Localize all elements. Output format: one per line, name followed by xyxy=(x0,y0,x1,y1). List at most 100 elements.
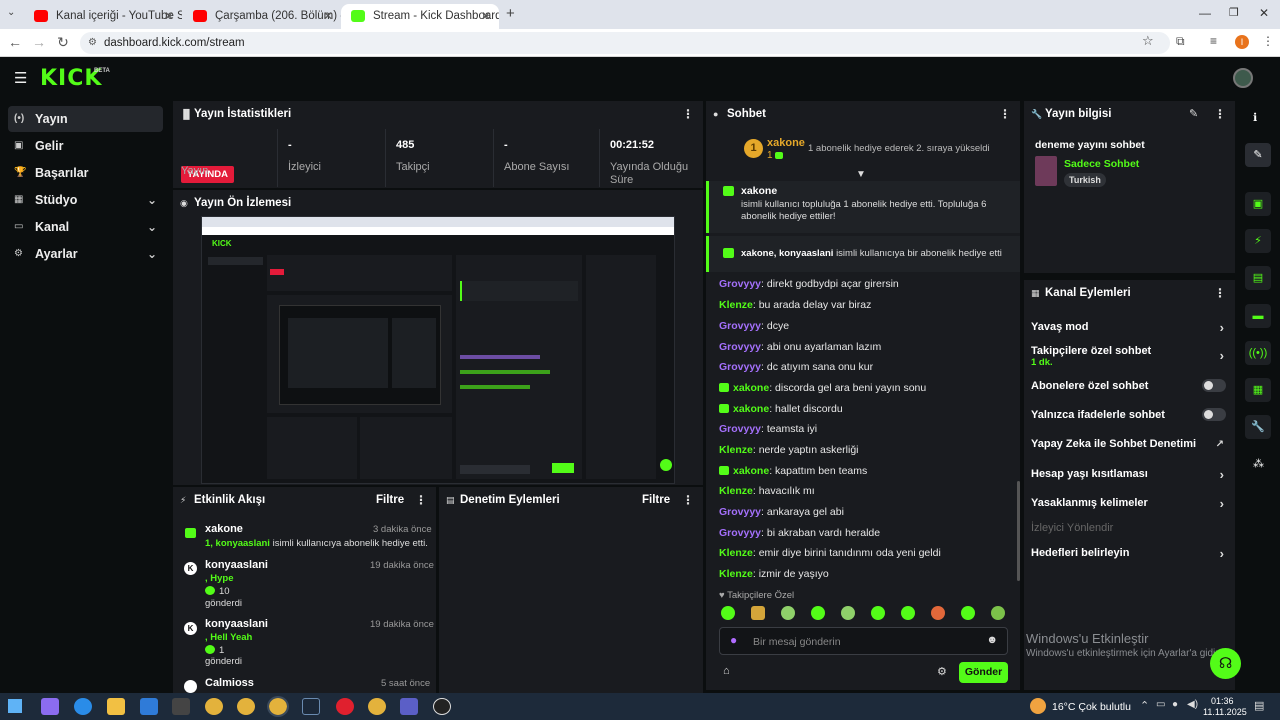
emote-8[interactable] xyxy=(931,606,945,620)
chat-username[interactable]: Klenze xyxy=(719,299,753,311)
outlook-icon[interactable] xyxy=(140,698,158,715)
sidebar-item-settings[interactable]: ⚙ Ayarlar ⌄ xyxy=(8,241,163,267)
chat-username[interactable]: Grovyyy xyxy=(719,341,761,353)
activity-user[interactable]: konyaaslani xyxy=(205,559,268,571)
chrome-active-icon[interactable] xyxy=(267,696,289,717)
chat-settings-icon[interactable]: ⚙ xyxy=(937,665,947,678)
set-goals-row[interactable]: Hedefleri belirleyin › xyxy=(1031,546,1226,561)
slow-mode-row[interactable]: Yavaş mod › xyxy=(1031,320,1226,335)
url-input[interactable]: ⚙ dashboard.kick.com/stream xyxy=(80,32,1170,54)
emote-6[interactable] xyxy=(871,606,885,620)
chat-input[interactable]: ● Bir mesaj gönderin ☻ xyxy=(719,627,1008,655)
chat-username[interactable]: Grovyyy xyxy=(719,506,761,518)
store-icon[interactable] xyxy=(172,698,190,715)
close-icon[interactable]: ✕ xyxy=(164,4,174,29)
browser-tab-kick-dashboard[interactable]: Stream - Kick Dashboard ✕ xyxy=(341,4,499,29)
site-info-icon[interactable]: ⚙ xyxy=(88,32,97,54)
broadcast-icon[interactable]: ((•)) xyxy=(1245,341,1271,365)
banned-words-row[interactable]: Yasaklanmış kelimeler › xyxy=(1031,496,1226,511)
sidebar-item-achievements[interactable]: 🏆 Başarılar xyxy=(8,160,163,186)
sidebar-item-studio[interactable]: ▦ Stüdyo ⌄ xyxy=(8,187,163,213)
emoji-icon[interactable]: ☻ xyxy=(986,634,998,646)
chat-username[interactable]: Grovyyy xyxy=(719,527,761,539)
activity-user[interactable]: konyaaslani xyxy=(205,618,268,630)
profile-avatar[interactable]: I xyxy=(1235,35,1249,49)
wrench-icon[interactable]: 🔧 xyxy=(1245,415,1271,439)
stream-preview-video[interactable]: KICK xyxy=(201,216,675,484)
volume-icon[interactable]: ◀) xyxy=(1187,699,1198,710)
filter-button[interactable]: Filtre xyxy=(642,487,670,513)
top-gifter-name[interactable]: xakone xyxy=(767,137,805,149)
more-options-icon[interactable]: ⋮ xyxy=(1214,101,1226,127)
user-avatar[interactable] xyxy=(1233,68,1253,88)
chat-username[interactable]: Klenze xyxy=(719,568,753,580)
chat-username[interactable]: Grovyyy xyxy=(719,423,761,435)
back-icon[interactable]: ← xyxy=(6,34,24,50)
more-widgets-icon[interactable]: ⁂ xyxy=(1253,457,1264,470)
layout-icon[interactable]: ▦ xyxy=(1245,378,1271,402)
reload-icon[interactable]: ↻ xyxy=(54,34,72,51)
filter-button[interactable]: Filtre xyxy=(376,487,404,513)
activity-user[interactable]: xakone xyxy=(205,523,243,535)
start-icon[interactable] xyxy=(8,699,22,713)
chrome-icon[interactable] xyxy=(368,698,386,715)
document-icon[interactable]: ▤ xyxy=(1245,266,1271,290)
stream-tag[interactable]: Turkish xyxy=(1064,173,1106,187)
forward-icon[interactable]: → xyxy=(30,34,48,50)
chat-scrollbar[interactable] xyxy=(1017,481,1020,581)
edit-pencil-icon[interactable]: ✎ xyxy=(1189,101,1198,127)
bookmark-star-icon[interactable]: ☆ xyxy=(1142,33,1154,49)
chrome-icon[interactable] xyxy=(237,698,255,715)
edit-icon[interactable]: ✎ xyxy=(1245,143,1271,167)
emote-4[interactable] xyxy=(811,606,825,620)
ai-moderation-row[interactable]: Yapay Zeka ile Sohbet Denetimi ↗ xyxy=(1031,438,1226,450)
chat-username[interactable]: xakone xyxy=(733,382,769,394)
close-window-button[interactable]: ✕ xyxy=(1259,6,1269,20)
chat-icon[interactable]: ▬ xyxy=(1245,304,1271,328)
store-icon[interactable]: ⌂ xyxy=(723,665,730,677)
sidebar-item-revenue[interactable]: ▣ Gelir xyxy=(8,133,163,159)
steam-icon[interactable] xyxy=(302,698,320,715)
copilot-icon[interactable] xyxy=(41,698,59,715)
opera-icon[interactable] xyxy=(336,698,354,715)
maximize-button[interactable]: ❐ xyxy=(1229,6,1239,19)
browser-menu-icon[interactable]: ⋮ xyxy=(1262,34,1274,48)
emote-only-chat-row[interactable]: Yalnızca ifadelerle sohbet xyxy=(1031,408,1226,421)
emote-2[interactable] xyxy=(751,606,765,620)
subscribers-only-toggle[interactable] xyxy=(1202,379,1226,392)
chat-username[interactable]: Klenze xyxy=(719,485,753,497)
close-icon[interactable]: ✕ xyxy=(323,4,333,29)
sidebar-item-channel[interactable]: ▭ Kanal ⌄ xyxy=(8,214,163,240)
file-explorer-icon[interactable] xyxy=(107,698,125,715)
obs-icon[interactable] xyxy=(433,698,451,715)
more-options-icon[interactable]: ⋮ xyxy=(682,101,694,127)
help-headset-button[interactable]: ☊ xyxy=(1210,648,1241,679)
media-control-icon[interactable]: ≡ xyxy=(1210,34,1217,48)
microphone-icon[interactable]: ● xyxy=(1172,699,1178,710)
network-icon[interactable]: ▭ xyxy=(1156,699,1165,710)
emote-only-toggle[interactable] xyxy=(1202,408,1226,421)
chat-username[interactable]: xakone xyxy=(733,403,769,415)
weather-text[interactable]: 16°C Çok bulutlu xyxy=(1052,701,1131,713)
emote-10[interactable] xyxy=(991,606,1005,620)
send-button[interactable]: Gönder xyxy=(959,662,1008,683)
more-options-icon[interactable]: ⋮ xyxy=(682,487,694,513)
chat-username[interactable]: Grovyyy xyxy=(719,278,761,290)
account-age-row[interactable]: Hesap yaşı kısıtlaması › xyxy=(1031,467,1226,482)
followers-only-chat-row[interactable]: Takipçilere özel sohbet 1 dk. › xyxy=(1031,345,1226,368)
browser-tab-youtube-video[interactable]: Çarşamba (206. Bölüm) - Çok G ✕ xyxy=(183,4,341,29)
category-name[interactable]: Sadece Sohbet xyxy=(1064,158,1139,170)
more-options-icon[interactable]: ⋮ xyxy=(415,487,427,513)
chat-username[interactable]: Klenze xyxy=(719,444,753,456)
close-icon[interactable]: ✕ xyxy=(481,4,491,29)
emote-1[interactable] xyxy=(721,606,735,620)
chat-username[interactable]: Grovyyy xyxy=(719,361,761,373)
browser-tab-youtube-studio[interactable]: Kanal içeriği - YouTube Studio ✕ xyxy=(24,4,182,29)
info-icon[interactable]: ℹ xyxy=(1253,111,1257,124)
clock-time[interactable]: 01:36 xyxy=(1211,696,1234,706)
emote-5[interactable] xyxy=(841,606,855,620)
chat-username[interactable]: xakone xyxy=(733,465,769,477)
sidebar-item-stream[interactable]: (•) Yayın xyxy=(8,106,163,132)
emote-9[interactable] xyxy=(961,606,975,620)
chat-username[interactable]: Klenze xyxy=(719,547,753,559)
